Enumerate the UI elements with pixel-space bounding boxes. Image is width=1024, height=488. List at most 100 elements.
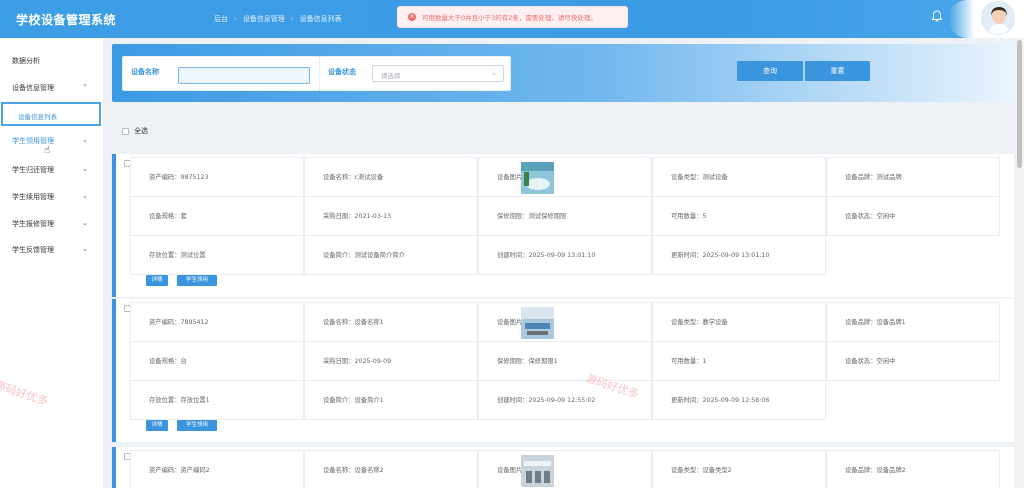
field-label: 存放位置： <box>149 397 181 404</box>
top-navbar: 学校设备管理系统 后台 › 设备信息管理 › 设备信息列表 ✕ 可用数量大于0并… <box>0 0 1024 38</box>
avatar[interactable] <box>981 1 1015 35</box>
breadcrumb-home[interactable]: 后台 <box>214 14 228 24</box>
field-label: 设备简介： <box>323 397 355 404</box>
field-label: 设备简介： <box>323 252 355 259</box>
field-device-brand: 设备品牌：测试品牌 <box>826 157 1000 197</box>
field-value: 设备名称1 <box>354 319 384 326</box>
field-device-type: 设备类型：测试设备 <box>652 157 826 197</box>
device-name-filter: 设备名称 <box>122 56 320 91</box>
breadcrumb-separator-icon: › <box>234 15 237 23</box>
field-label: 设备类型： <box>671 319 703 326</box>
sidebar-item-student-renew[interactable]: 学生续用管理 ⌄ <box>12 192 88 202</box>
sidebar-item-label: 学生归还管理 <box>12 166 54 174</box>
field-warranty: 保修期限：测试保修期限 <box>478 196 652 236</box>
field-label: 设备状态： <box>845 358 877 365</box>
field-label: 设备类型： <box>671 174 703 181</box>
field-available-qty: 可用数量：5 <box>652 196 826 236</box>
sidebar-item-data-analysis[interactable]: 数据分析 <box>12 56 40 66</box>
field-label: 存放位置： <box>149 252 181 259</box>
field-label: 创建时间： <box>497 397 529 404</box>
device-thumbnail[interactable] <box>521 455 554 487</box>
sidebar-item-student-feedback[interactable]: 学生反馈管理 ⌄ <box>12 245 88 255</box>
field-asset-code: 资产编码：7895412 <box>130 302 304 342</box>
field-label: 设备名称： <box>323 467 355 474</box>
field-label: 资产编码： <box>149 174 181 181</box>
bell-icon[interactable] <box>930 9 944 23</box>
breadcrumb: 后台 › 设备信息管理 › 设备信息列表 <box>214 14 342 24</box>
field-label: 设备规格： <box>149 358 181 365</box>
breadcrumb-current: 设备信息列表 <box>299 15 342 23</box>
device-card: 资产编码：7895412 设备名称：设备名称1 设备图片： 设备类型：教学设备 … <box>112 299 1014 442</box>
sidebar-item-student-return[interactable]: 学生归还管理 ⌄ <box>12 165 88 175</box>
detail-button[interactable]: 详情 <box>146 420 168 431</box>
breadcrumb-separator-icon: › <box>290 15 294 23</box>
field-value: 测试设备简介简介 <box>354 252 405 259</box>
device-thumbnail[interactable] <box>521 162 554 194</box>
field-value: 1 <box>702 358 707 365</box>
field-asset-code: 资产编码：9875123 <box>130 157 304 197</box>
field-label: 设备类型： <box>671 467 703 474</box>
sidebar-item-device-info[interactable]: 设备信息管理 ⌃ <box>12 83 88 93</box>
alert-message: 可用数量大于0并且小于3的有2条，需要处理，请尽快处理。 <box>422 14 597 22</box>
field-warranty: 保修期限：保修期限1 <box>478 341 652 381</box>
field-value: 设备品牌1 <box>876 319 906 326</box>
hand-pointer-icon: ☝ <box>44 145 51 156</box>
device-thumbnail[interactable] <box>521 307 554 339</box>
field-status: 设备状态：空闲中 <box>826 341 1000 381</box>
scrollbar-thumb[interactable] <box>1017 40 1022 168</box>
field-spec: 设备规格：套 <box>130 196 304 236</box>
field-device-type: 设备类型：教学设备 <box>652 302 826 342</box>
field-label: 保修期限： <box>497 358 529 365</box>
field-value: 空闲中 <box>876 213 896 220</box>
device-name-label: 设备名称 <box>131 68 159 76</box>
field-available-qty: 可用数量：1 <box>652 341 826 381</box>
select-placeholder: 请选择 <box>381 72 401 80</box>
field-purchase-date: 采购日期：2021-03-13 <box>304 196 478 236</box>
student-borrow-button[interactable]: 学生领用 <box>177 420 217 431</box>
field-value: 设备名称2 <box>354 467 384 474</box>
field-updated-time: 更新时间：2025-09-09 13:01:10 <box>652 235 826 275</box>
select-all-label: 全选 <box>134 127 148 135</box>
field-label: 设备名称： <box>323 174 355 181</box>
query-button[interactable]: 查询 <box>737 61 803 81</box>
select-all-checkbox[interactable] <box>122 127 129 135</box>
sidebar-item-label: 学生续用管理 <box>12 193 54 201</box>
sidebar-item-label: 学生反馈管理 <box>12 246 54 254</box>
breadcrumb-level-2[interactable]: 设备信息管理 <box>243 14 285 24</box>
field-value: 台 <box>180 358 187 365</box>
field-label: 资产编码： <box>149 319 181 326</box>
device-card: 资产编码：资产编码2 设备名称：设备名称2 设备图片： 设备类型：设备类型2 设… <box>112 447 1014 488</box>
field-created-time: 创建时间：2025-09-09 13:01:10 <box>478 235 652 275</box>
field-value: 测试保修期限 <box>528 213 567 220</box>
user-area[interactable] <box>948 0 1024 38</box>
field-value: 5 <box>702 213 707 220</box>
detail-button[interactable]: 详情 <box>146 275 168 286</box>
device-name-input[interactable] <box>178 67 310 84</box>
field-label: 采购日期： <box>323 213 355 220</box>
field-location: 存放位置：测试位置 <box>130 235 304 275</box>
sidebar-subitem-device-list[interactable]: 设备信息列表 <box>1 102 101 126</box>
field-device-image: 设备图片： <box>478 450 652 488</box>
field-label: 设备名称： <box>323 319 355 326</box>
field-value: 2025-09-09 13:01:10 <box>528 252 596 259</box>
field-value: 2025-09-09 12:55:02 <box>528 397 596 404</box>
student-borrow-button[interactable]: 学生领用 <box>177 275 217 286</box>
field-asset-code: 资产编码：资产编码2 <box>130 450 304 488</box>
device-status-select[interactable]: 请选择 ⌄ <box>372 65 504 82</box>
field-description: 设备简介：设备简介1 <box>304 380 478 420</box>
device-status-filter: 设备状态 请选择 ⌄ <box>319 56 511 91</box>
chevron-down-icon: ⌄ <box>82 245 88 253</box>
sidebar-item-student-repair[interactable]: 学生报修管理 ⌄ <box>12 219 88 229</box>
reset-button[interactable]: 重置 <box>805 61 870 81</box>
chevron-down-icon: ⌄ <box>82 165 88 173</box>
field-spec: 设备规格：台 <box>130 341 304 381</box>
field-value: 7895412 <box>180 319 209 326</box>
field-label: 可用数量： <box>671 358 703 365</box>
sidebar-item-label: 学生报修管理 <box>12 220 54 228</box>
field-label: 可用数量： <box>671 213 703 220</box>
select-all[interactable]: 全选 <box>122 126 148 136</box>
scrollbar[interactable] <box>1016 38 1024 488</box>
field-device-name: 设备名称：设备名称1 <box>304 302 478 342</box>
field-label: 设备状态： <box>845 213 877 220</box>
field-value: 套 <box>180 213 187 220</box>
